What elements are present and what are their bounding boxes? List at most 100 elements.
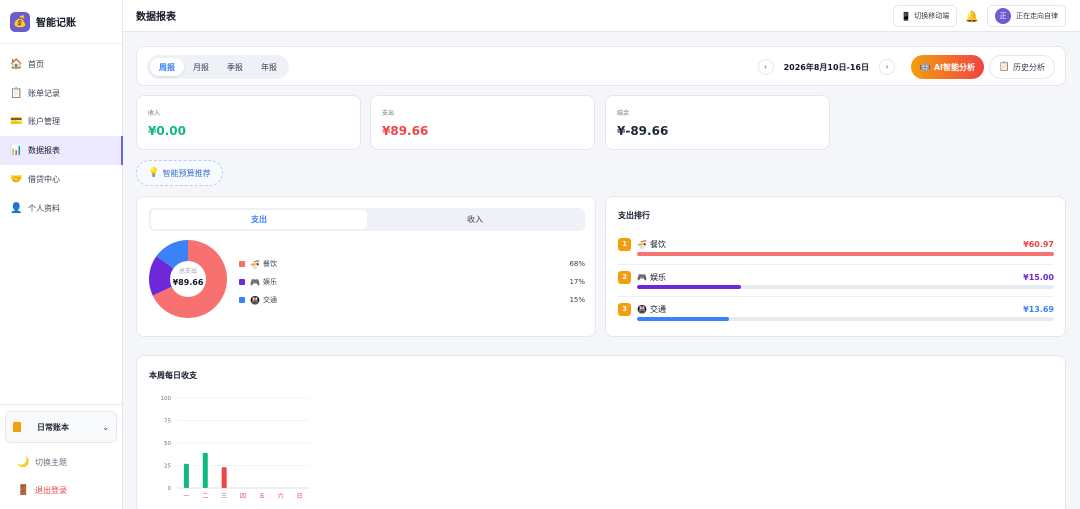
header-actions: 📱 切换移动端 🔔 正 正在走向自律 <box>893 5 1066 27</box>
expense-donut-chart: 总支出 ¥89.66 <box>149 240 227 318</box>
daily-bar-chart: 0 25 50 75 100 一 二 三 四 五 六 日 <box>161 396 309 500</box>
history-analysis-button[interactable]: 📋 历史分析 <box>988 55 1055 79</box>
credit-card-icon: 💳 <box>10 116 23 128</box>
rank-progress-track <box>637 285 1054 289</box>
dining-icon: 🍜 <box>637 239 647 249</box>
legend-label: 餐饮 <box>262 260 277 268</box>
rank-progress-track <box>637 317 1054 321</box>
income-value: ¥0.00 <box>148 124 186 138</box>
prev-period-button[interactable]: ‹ <box>757 59 774 75</box>
theme-label: 切换主题 <box>35 457 67 467</box>
ledger-label: 日常账本 <box>37 422 69 432</box>
donut-center-value: ¥89.66 <box>173 278 204 287</box>
header: 数据报表 📱 切换移动端 🔔 正 正在走向自律 <box>123 0 1080 32</box>
sidebar-item-label: 借贷中心 <box>28 175 60 185</box>
divider <box>618 264 1053 265</box>
x-tick-label: 三 <box>221 493 227 500</box>
rank-name: 交通 <box>649 304 666 314</box>
tab-income[interactable]: 收入 <box>367 210 583 229</box>
smart-budget-button[interactable]: 💡 智能预算推荐 <box>136 160 223 186</box>
x-tick-label: 一 <box>183 493 189 500</box>
rank-badge: 2 <box>618 270 631 284</box>
dining-icon: 🍜 <box>250 259 260 269</box>
ranking-item: 2 🎮 娱乐 ¥15.00 <box>618 270 1054 289</box>
bar-一[interactable] <box>183 463 189 488</box>
sidebar-item-accounts[interactable]: 💳 账户管理 <box>0 108 122 137</box>
sidebar-item-label: 账户管理 <box>28 117 60 127</box>
ledger-select[interactable]: 日常账本 ⌄ <box>5 411 117 443</box>
bar-三[interactable] <box>221 467 227 488</box>
theme-toggle-button[interactable]: 🌙 切换主题 <box>0 448 122 476</box>
sidebar-item-label: 首页 <box>28 59 44 69</box>
door-icon: 🚪 <box>17 484 30 496</box>
rank-amount: ¥15.00 <box>1023 272 1054 282</box>
bell-icon[interactable]: 🔔 <box>965 10 979 23</box>
ai-analysis-label: AI智能分析 <box>933 62 975 72</box>
robot-icon: 🤖 <box>919 62 931 72</box>
x-tick-label: 二 <box>202 493 208 500</box>
history-analysis-label: 历史分析 <box>1013 62 1045 72</box>
period-tabs: 周报 月报 季报 年报 <box>147 55 289 79</box>
y-tick-label: 75 <box>164 419 171 425</box>
tab-quarterly[interactable]: 季报 <box>218 58 252 76</box>
switch-mobile-button[interactable]: 📱 切换移动端 <box>893 5 958 27</box>
rank-progress-track <box>637 252 1054 256</box>
sidebar-item-label: 账单记录 <box>28 88 60 98</box>
sidebar-nav: 🏠 首页 📋 账单记录 💳 账户管理 📊 数据报表 🤝 借贷中心 👤 个人资料 <box>0 50 123 223</box>
sidebar-item-label: 数据报表 <box>28 146 60 156</box>
legend-swatch <box>239 297 245 303</box>
brand[interactable]: 💰 智能记账 <box>0 0 122 44</box>
tab-weekly[interactable]: 周报 <box>150 58 184 76</box>
tab-expense[interactable]: 支出 <box>151 210 367 229</box>
document-icon: 📋 <box>998 62 1010 72</box>
rank-name: 娱乐 <box>649 272 666 282</box>
sidebar-item-label: 个人资料 <box>28 203 60 213</box>
sidebar-item-reports[interactable]: 📊 数据报表 <box>0 136 123 166</box>
phone-icon: 📱 <box>901 11 912 21</box>
tab-yearly[interactable]: 年报 <box>252 58 286 76</box>
legend-label: 娱乐 <box>262 278 277 286</box>
balance-label: 结余 <box>617 110 630 117</box>
y-tick-label: 0 <box>168 486 172 492</box>
legend-percent: 68% <box>569 260 585 268</box>
rank-progress-fill <box>637 285 742 289</box>
chevron-down-icon: ⌄ <box>102 422 109 432</box>
user-menu[interactable]: 正 正在走向自律 <box>987 5 1066 27</box>
sidebar-item-bills[interactable]: 📋 账单记录 <box>0 79 122 108</box>
transit-icon: 🚇 <box>637 304 647 314</box>
sidebar-item-profile[interactable]: 👤 个人资料 <box>0 194 122 223</box>
app-name: 智能记账 <box>36 18 76 29</box>
date-navigator: ‹ 2026年8月10日-16日 › <box>757 59 895 75</box>
sidebar-item-home[interactable]: 🏠 首页 <box>0 50 122 79</box>
gamepad-icon: 🎮 <box>637 272 647 282</box>
logout-label: 退出登录 <box>35 485 67 495</box>
expense-label: 支出 <box>382 110 395 117</box>
lightbulb-icon: 💡 <box>148 168 160 178</box>
user-icon: 👤 <box>10 202 23 214</box>
rank-badge: 1 <box>618 237 631 251</box>
transit-icon: 🚇 <box>250 295 260 305</box>
donut-legend: 🍜 餐饮 68% 🎮 娱乐 17% 🚇 交通 15% <box>239 255 585 309</box>
x-tick-label: 五 <box>259 493 265 500</box>
legend-label: 交通 <box>262 296 277 304</box>
sidebar-item-loans[interactable]: 🤝 借贷中心 <box>0 165 122 194</box>
ranking-item: 3 🚇 交通 ¥13.69 <box>618 302 1054 321</box>
y-tick-label: 25 <box>164 464 171 470</box>
x-tick-label: 四 <box>240 493 246 500</box>
expense-value: ¥89.66 <box>382 124 429 138</box>
logout-button[interactable]: 🚪 退出登录 <box>0 476 122 504</box>
bar-二[interactable] <box>202 452 208 488</box>
legend-item: 🍜 餐饮 68% <box>239 255 585 273</box>
ai-analysis-button[interactable]: 🤖 AI智能分析 <box>910 55 984 79</box>
tab-monthly[interactable]: 月报 <box>184 58 218 76</box>
next-period-button[interactable]: › <box>879 59 895 75</box>
balance-card: 结余 ¥-89.66 <box>605 95 830 150</box>
switch-mobile-label: 切换移动端 <box>914 12 950 20</box>
expense-ranking-card: 支出排行 1 🍜 餐饮 ¥60.97 2 🎮 娱乐 ¥15.00 3 🚇 交通 … <box>605 196 1066 337</box>
divider <box>618 296 1053 297</box>
ranking-item: 1 🍜 餐饮 ¥60.97 <box>618 237 1054 256</box>
income-label: 收入 <box>148 110 161 117</box>
legend-percent: 17% <box>569 278 585 286</box>
y-tick-label: 50 <box>164 441 171 447</box>
x-tick-label: 六 <box>278 492 284 500</box>
